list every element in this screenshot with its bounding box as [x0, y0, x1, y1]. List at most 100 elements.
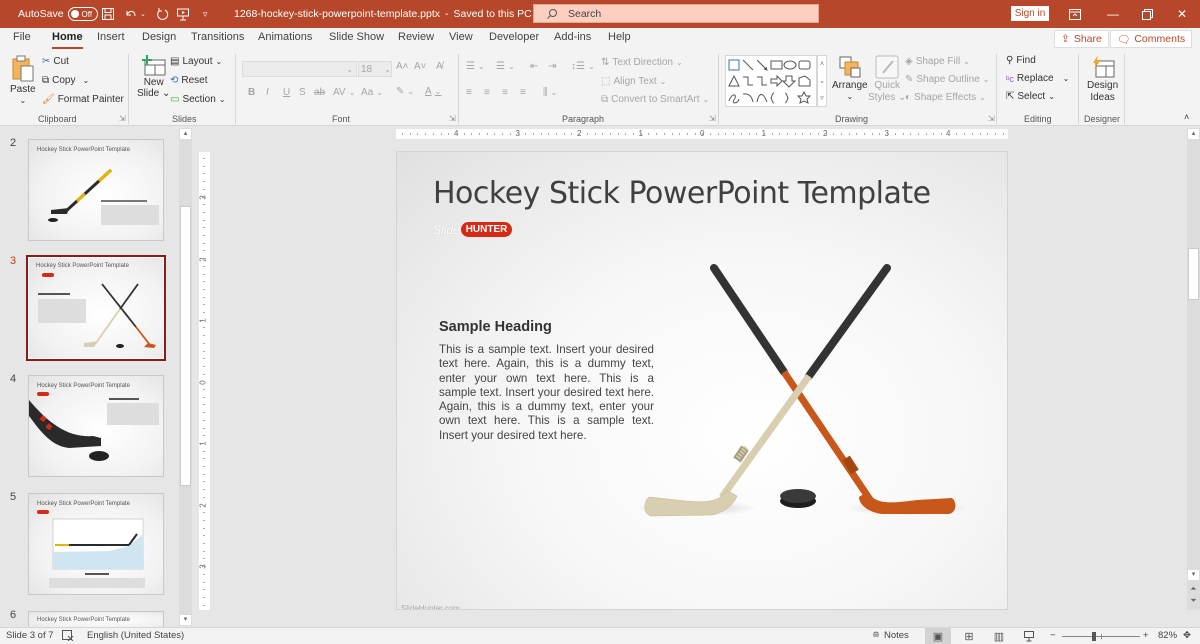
comments-button[interactable]: 🗨︎ Comments [1110, 30, 1193, 48]
bullets-icon[interactable]: ☰ ⌄ [466, 61, 485, 72]
minimize-icon[interactable]: — [1098, 0, 1128, 28]
shapes-gallery-scroll[interactable]: ˄ ⌄ ▿ [817, 55, 827, 107]
slide-thumbnail-2[interactable]: Hockey Stick PowerPoint Template [28, 139, 164, 241]
character-spacing-button[interactable]: AV ⌄ [333, 87, 355, 98]
text-direction-button[interactable]: ⇅ Text Direction ⌄ [601, 57, 683, 68]
slide-sorter-button[interactable]: ⊞ [956, 628, 982, 644]
paragraph-launcher-icon[interactable]: ⇲ [709, 114, 716, 123]
underline-button[interactable]: U [283, 87, 290, 98]
italic-button[interactable]: I [266, 87, 269, 98]
zoom-slider[interactable] [1062, 632, 1140, 641]
tab-developer[interactable]: Developer [489, 31, 539, 49]
find-button[interactable]: ⚲ Find [1006, 55, 1036, 66]
previous-slide-icon[interactable]: ⏶ [1188, 584, 1199, 594]
drawing-launcher-icon[interactable]: ⇲ [988, 114, 995, 123]
autosave[interactable]: AutoSave Off [18, 0, 98, 28]
zoom-in-button[interactable]: + [1143, 630, 1149, 641]
clipboard-launcher-icon[interactable]: ⇲ [119, 114, 126, 123]
tab-add-ins[interactable]: Add-ins [554, 31, 591, 49]
slide-thumbnail-5[interactable]: Hockey Stick PowerPoint Template [28, 493, 164, 595]
text-shadow-button[interactable]: S [299, 87, 306, 98]
scroll-up-icon[interactable]: ▴ [180, 129, 191, 139]
new-slide-button[interactable]: New Slide ⌄ [137, 55, 170, 99]
convert-smartart-button[interactable]: ⧉ Convert to SmartArt ⌄ [601, 94, 709, 105]
restore-icon[interactable] [1132, 0, 1162, 28]
share-button[interactable]: ⇪ Share [1054, 30, 1109, 48]
strikethrough-button[interactable]: ab [314, 87, 325, 98]
align-text-button[interactable]: ⬚ Align Text ⌄ [601, 76, 666, 87]
shape-outline-button[interactable]: ✎ Shape Outline ⌄ [905, 74, 989, 85]
scroll-down-icon[interactable]: ▾ [1188, 570, 1199, 580]
bold-button[interactable]: B [248, 87, 255, 98]
customize-qat-icon[interactable]: ▿ [203, 0, 208, 28]
slide-canvas[interactable]: Hockey Stick PowerPoint Template Slide H… [396, 151, 1008, 610]
ribbon-display-options-icon[interactable] [1060, 0, 1090, 28]
normal-view-button[interactable]: ▣ [925, 628, 951, 644]
fit-to-window-icon[interactable]: ✥ [1183, 630, 1191, 641]
numbering-icon[interactable]: ☰ ⌄ [496, 61, 515, 72]
notes-button[interactable]: ≘ Notes [872, 630, 909, 641]
highlight-color-icon[interactable]: ✎ ⌄ [396, 86, 414, 97]
shape-fill-button[interactable]: ◈ Shape Fill ⌄ [905, 56, 970, 67]
hockey-sticks-graphic[interactable] [397, 152, 1008, 610]
undo-icon[interactable]: ⌄ [124, 0, 146, 28]
arrange-button[interactable]: Arrange ⌄ [832, 55, 868, 101]
tab-home[interactable]: Home [52, 31, 83, 49]
collapse-ribbon-icon[interactable]: ˄ [1184, 112, 1189, 122]
paste-button[interactable]: Paste ⌄ [10, 55, 36, 105]
scroll-up-icon[interactable]: ▴ [1188, 129, 1199, 139]
slide-scroll-thumb[interactable] [1188, 248, 1199, 300]
tab-file[interactable]: File [13, 31, 31, 49]
align-center-icon[interactable]: ≡ [484, 87, 490, 98]
slide-thumbnail-6[interactable]: Hockey Stick PowerPoint Template [28, 611, 164, 627]
reading-view-button[interactable]: ▥ [986, 628, 1012, 644]
accessibility-checker-icon[interactable] [62, 630, 74, 641]
slide-thumbnail-4[interactable]: Hockey Stick PowerPoint Template [28, 375, 164, 477]
select-button[interactable]: ⇱ Select ⌄ [1006, 91, 1055, 102]
clear-formatting-icon[interactable]: A̸ [436, 61, 443, 72]
thumbnail-scrollbar[interactable]: ▴ ▾ [179, 128, 192, 626]
tab-design[interactable]: Design [142, 31, 176, 49]
shape-effects-button[interactable]: ◐ Shape Effects ⌄ [905, 92, 986, 103]
document-title[interactable]: 1268-hockey-stick-powerpoint-template.pp… [234, 0, 541, 28]
increase-indent-icon[interactable]: ⇥ [548, 61, 556, 72]
replace-button[interactable]: ᵇc Replace ⌄ [1006, 73, 1069, 84]
scroll-down-icon[interactable]: ▾ [180, 615, 191, 625]
shapes-gallery[interactable] [725, 55, 817, 107]
slide-thumbnail-3[interactable]: Hockey Stick PowerPoint Template [26, 255, 166, 361]
language-indicator[interactable]: English (United States) [87, 630, 184, 641]
next-slide-icon[interactable]: ⏷ [1188, 596, 1199, 606]
autosave-toggle[interactable]: Off [67, 7, 98, 21]
thumbnail-scroll-thumb[interactable] [180, 206, 191, 486]
line-spacing-icon[interactable]: ↕☰ ⌄ [571, 61, 595, 72]
start-slideshow-icon[interactable] [176, 0, 190, 28]
tab-transitions[interactable]: Transitions [191, 31, 244, 49]
quick-styles-button[interactable]: Quick Styles ⌄ [868, 55, 906, 103]
slideshow-view-button[interactable] [1016, 628, 1042, 644]
copy-button[interactable]: ⧉ Copy ⌄ [42, 75, 89, 86]
align-right-icon[interactable]: ≡ [502, 87, 508, 98]
font-name-select[interactable]: ⌄ [242, 61, 357, 77]
section-button[interactable]: ▭ Section ⌄ [170, 94, 226, 105]
columns-icon[interactable]: ⫼ ⌄ [543, 87, 557, 98]
format-painter-button[interactable]: 🖌︎ Format Painter [42, 94, 124, 105]
font-color-icon[interactable]: A ⌄ [425, 86, 441, 97]
reset-button[interactable]: ⟲ Reset [170, 75, 208, 86]
close-icon[interactable]: ✕ [1167, 0, 1197, 28]
zoom-slider-thumb[interactable] [1091, 632, 1096, 641]
tab-animations[interactable]: Animations [258, 31, 312, 49]
decrease-font-icon[interactable]: A˅ [414, 61, 427, 72]
slide-scrollbar[interactable]: ▴ ▾ ⏶ ⏷ [1187, 128, 1200, 610]
layout-button[interactable]: ▤ Layout ⌄ [170, 56, 222, 67]
tab-help[interactable]: Help [608, 31, 631, 49]
font-launcher-icon[interactable]: ⇲ [449, 114, 456, 123]
design-ideas-button[interactable]: Design Ideas [1087, 55, 1118, 103]
font-size-select[interactable]: 18 ⌄ [358, 61, 392, 77]
tab-insert[interactable]: Insert [97, 31, 125, 49]
zoom-out-button[interactable]: − [1050, 630, 1056, 641]
sign-in-button[interactable]: Sign in [1011, 6, 1049, 21]
zoom-level[interactable]: 82% [1158, 630, 1177, 641]
redo-icon[interactable] [155, 0, 169, 28]
undo-dropdown-icon[interactable]: ⌄ [140, 10, 146, 18]
justify-icon[interactable]: ≡ [520, 87, 526, 98]
